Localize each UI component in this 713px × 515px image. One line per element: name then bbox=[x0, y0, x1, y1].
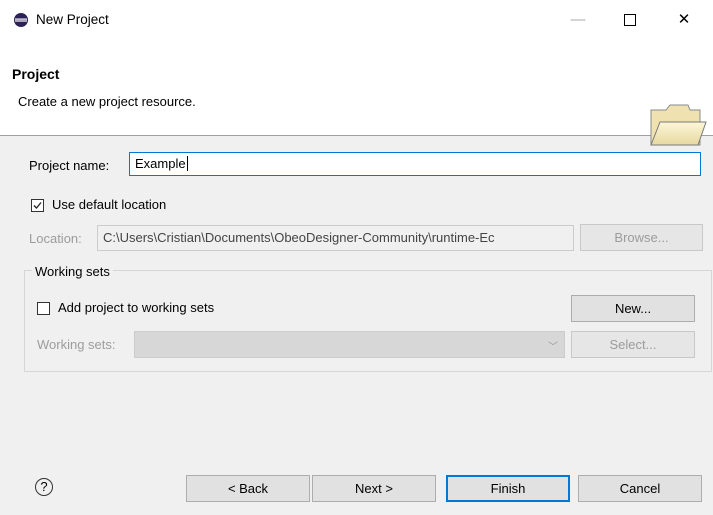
page-description: Create a new project resource. bbox=[18, 94, 196, 109]
project-name-input[interactable]: Example bbox=[129, 152, 701, 176]
use-default-location-checkbox[interactable] bbox=[31, 199, 44, 212]
checkmark-icon bbox=[33, 202, 42, 209]
working-sets-group-title: Working sets bbox=[32, 264, 113, 279]
next-button[interactable]: Next > bbox=[312, 475, 436, 502]
location-input[interactable]: C:\Users\Cristian\Documents\ObeoDesigner… bbox=[97, 225, 574, 251]
project-name-label: Project name: bbox=[29, 158, 110, 173]
browse-button[interactable]: Browse... bbox=[580, 224, 703, 251]
folder-icon bbox=[650, 104, 707, 146]
chevron-down-icon: ﹀ bbox=[548, 342, 558, 353]
new-working-set-button[interactable]: New... bbox=[571, 295, 695, 322]
back-button[interactable]: < Back bbox=[186, 475, 310, 502]
use-default-location-label: Use default location bbox=[52, 197, 167, 212]
add-to-working-sets-checkbox[interactable] bbox=[37, 302, 50, 315]
project-name-value: Example bbox=[135, 156, 186, 171]
working-sets-combo[interactable]: ﹀ bbox=[134, 331, 565, 358]
page-title: Project bbox=[12, 66, 60, 82]
wizard-banner: Project Create a new project resource. bbox=[0, 40, 713, 146]
window-title: New Project bbox=[36, 12, 109, 27]
add-to-working-sets-label: Add project to working sets bbox=[58, 300, 215, 315]
title-bar: New Project — ✕ bbox=[0, 0, 713, 40]
help-icon[interactable]: ? bbox=[35, 478, 53, 496]
maximize-icon[interactable] bbox=[612, 8, 648, 32]
select-working-sets-button[interactable]: Select... bbox=[571, 331, 695, 358]
minimize-icon[interactable]: — bbox=[560, 8, 596, 32]
finish-button[interactable]: Finish bbox=[446, 475, 570, 502]
location-label: Location: bbox=[29, 231, 82, 246]
cancel-button[interactable]: Cancel bbox=[578, 475, 702, 502]
close-icon[interactable]: ✕ bbox=[666, 8, 702, 32]
working-sets-label: Working sets: bbox=[37, 337, 116, 352]
eclipse-icon bbox=[14, 13, 28, 27]
